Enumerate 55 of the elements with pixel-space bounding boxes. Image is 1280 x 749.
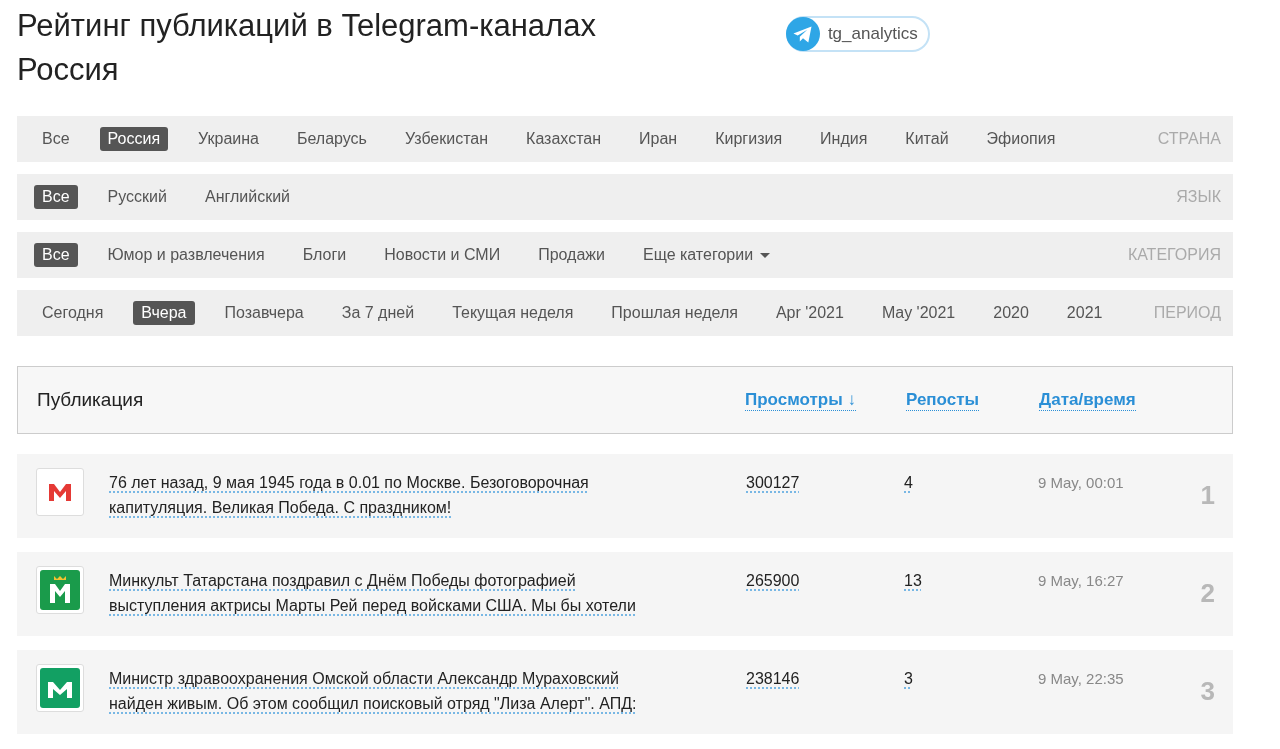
telegram-icon [785, 17, 820, 51]
filter-option[interactable]: Еще категории [634, 243, 779, 267]
filter-option[interactable]: Индия [812, 127, 876, 151]
filter-option[interactable]: Текущая неделя [444, 301, 582, 325]
filter-option[interactable]: Английский [196, 185, 299, 209]
post-link[interactable]: 76 лет назад, 9 мая 1945 года в 0.01 по Москве. Безоговорочная капитуляция. Великая Победа. С праздником! [109, 470, 669, 520]
filter-option[interactable]: 2020 [985, 301, 1037, 325]
column-header[interactable]: Просмотры ↓ [745, 389, 856, 411]
filter-option[interactable]: 2021 [1058, 301, 1111, 325]
filter-option[interactable]: Русский [99, 185, 175, 209]
post-link[interactable]: Минкульт Татарстана поздравил с Днём Победы фотографией выступления актрисы Марты Рей перед войсками США. Мы бы хотели [109, 568, 669, 618]
views-count[interactable]: 300127 [746, 474, 800, 491]
filter-label: СТРАНА [1157, 130, 1221, 148]
filter-option[interactable]: Китай [897, 127, 957, 151]
rank-number: 2 [1200, 578, 1215, 609]
filter-option[interactable]: Сегодня [34, 301, 112, 325]
filter-label: ЯЗЫК [1176, 188, 1221, 206]
filter-option[interactable]: Продажи [530, 243, 613, 267]
post-date: 9 May, 22:35 [1038, 669, 1125, 689]
filter-option[interactable]: Позавчера [216, 301, 312, 325]
filter-option[interactable]: Все [34, 243, 78, 267]
filter-option[interactable]: Все [34, 185, 78, 209]
filter-option[interactable]: Иран [631, 127, 686, 151]
views-count[interactable]: 265900 [746, 572, 800, 589]
rank-number: 1 [1200, 480, 1215, 511]
channel-badge[interactable]: tg_analytics [785, 16, 930, 52]
filter-option[interactable]: Казахстан [518, 127, 610, 151]
rank-number: 3 [1200, 676, 1215, 707]
views-count[interactable]: 238146 [746, 670, 800, 687]
post-date: 9 May, 16:27 [1038, 571, 1125, 591]
filter-option[interactable]: Эфиопия [978, 127, 1064, 151]
filter-option[interactable]: Все [34, 127, 78, 151]
filter-option[interactable]: Вчера [133, 301, 195, 325]
filter-option[interactable]: Новости и СМИ [376, 243, 509, 267]
reposts-count[interactable]: 13 [904, 572, 922, 589]
filter-option[interactable]: Украина [190, 127, 267, 151]
column-header: Публикация [37, 389, 145, 411]
post-date: 9 May, 00:01 [1038, 473, 1125, 493]
filter-option[interactable]: Беларусь [288, 127, 375, 151]
filter-option[interactable]: Узбекистан [396, 127, 497, 151]
filter-option[interactable]: Блоги [294, 243, 355, 267]
filter-option[interactable]: May '2021 [873, 301, 964, 325]
filter-option[interactable]: Юмор и развлечения [99, 243, 273, 267]
filter-label: КАТЕГОРИЯ [1127, 246, 1221, 264]
reposts-count[interactable]: 3 [904, 670, 913, 687]
filter-option[interactable]: Прошлая неделя [603, 301, 746, 325]
post-link[interactable]: Министр здравоохранения Омской области Александр Мураховский найден живым. Об этом сообщил поисковый отряд "Лиза Алерт". АПД: [109, 666, 669, 716]
page-title: Рейтинг публикаций в Telegram-каналах [17, 7, 596, 45]
filter-option[interactable]: Киргизия [707, 127, 791, 151]
page-subtitle: Россия [17, 51, 120, 89]
filter-option[interactable]: Россия [99, 127, 169, 151]
filter-label: ПЕРИОД [1153, 304, 1221, 322]
filter-option[interactable]: Apr '2021 [767, 301, 852, 325]
filter-option[interactable]: За 7 дней [333, 301, 423, 325]
reposts-count[interactable]: 4 [904, 474, 913, 491]
